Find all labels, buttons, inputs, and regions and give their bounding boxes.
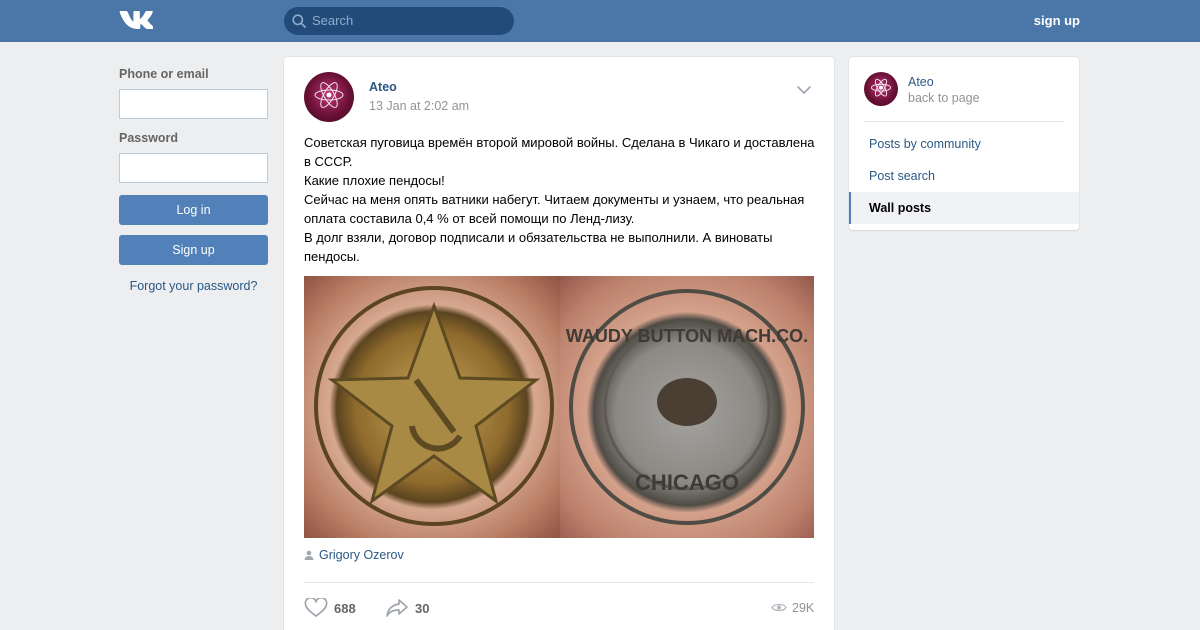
post-text-line: Сейчас на меня опять ватники набегут. Чи… bbox=[304, 192, 805, 226]
button-maker-text: WAUDY BUTTON MACH.CO. bbox=[566, 326, 808, 346]
wall-post: Ateo 13 Jan at 2:02 am Советская пуговиц… bbox=[284, 57, 834, 630]
signup-button[interactable]: Sign up bbox=[119, 235, 268, 265]
user-icon bbox=[304, 550, 314, 560]
chevron-down-icon[interactable] bbox=[796, 85, 812, 95]
post-signer[interactable]: Grigory Ozerov bbox=[319, 548, 404, 562]
vk-logo-icon[interactable] bbox=[119, 9, 153, 31]
chicago-button-back-photo[interactable]: WAUDY BUTTON MACH.CO. CHICAGO bbox=[560, 276, 814, 538]
button-city-text: CHICAGO bbox=[635, 470, 739, 495]
back-to-page-link[interactable]: back to page bbox=[908, 91, 980, 105]
post-author[interactable]: Ateo bbox=[369, 80, 397, 94]
top-header: Search sign up bbox=[0, 0, 1200, 42]
share-icon[interactable] bbox=[385, 598, 409, 618]
heart-icon[interactable] bbox=[304, 598, 328, 618]
sidebar-item-posts-by-community[interactable]: Posts by community bbox=[849, 128, 1079, 160]
post-text: Советская пуговица времён второй мировой… bbox=[304, 133, 816, 266]
sidebar-avatar[interactable] bbox=[864, 72, 898, 106]
search-icon bbox=[292, 14, 306, 28]
forgot-password-link[interactable]: Forgot your password? bbox=[119, 279, 268, 293]
sidebar-page-name[interactable]: Ateo bbox=[908, 75, 934, 89]
password-label: Password bbox=[119, 131, 179, 145]
author-avatar[interactable] bbox=[304, 72, 354, 122]
post-date[interactable]: 13 Jan at 2:02 am bbox=[369, 99, 469, 113]
login-form: Phone or email Password Log in Sign up F… bbox=[119, 67, 268, 293]
soviet-button-front-photo[interactable] bbox=[304, 276, 560, 538]
email-field[interactable] bbox=[119, 89, 268, 119]
signup-link[interactable]: sign up bbox=[1034, 13, 1080, 28]
atom-icon bbox=[314, 82, 344, 108]
sidebar-item-post-search[interactable]: Post search bbox=[849, 160, 1079, 192]
eye-icon bbox=[771, 603, 787, 612]
sidebar-item-wall-posts[interactable]: Wall posts bbox=[849, 192, 1079, 224]
search-input[interactable]: Search bbox=[284, 7, 514, 35]
search-placeholder: Search bbox=[312, 13, 354, 28]
post-text-line: Советская пуговица времён второй мировой… bbox=[304, 135, 815, 169]
post-divider bbox=[304, 582, 814, 583]
post-text-line: В долг взяли, договор подписали и обязат… bbox=[304, 230, 773, 264]
login-button[interactable]: Log in bbox=[119, 195, 268, 225]
sidebar-divider bbox=[864, 121, 1064, 122]
share-count: 30 bbox=[415, 601, 430, 616]
email-label: Phone or email bbox=[119, 67, 209, 81]
like-count: 688 bbox=[334, 601, 356, 616]
view-count: 29K bbox=[792, 601, 815, 615]
password-field[interactable] bbox=[119, 153, 268, 183]
post-text-line: Какие плохие пендосы! bbox=[304, 173, 445, 188]
atom-icon bbox=[871, 78, 891, 97]
page-sidebar: Ateo back to page Posts by community Pos… bbox=[849, 57, 1079, 230]
